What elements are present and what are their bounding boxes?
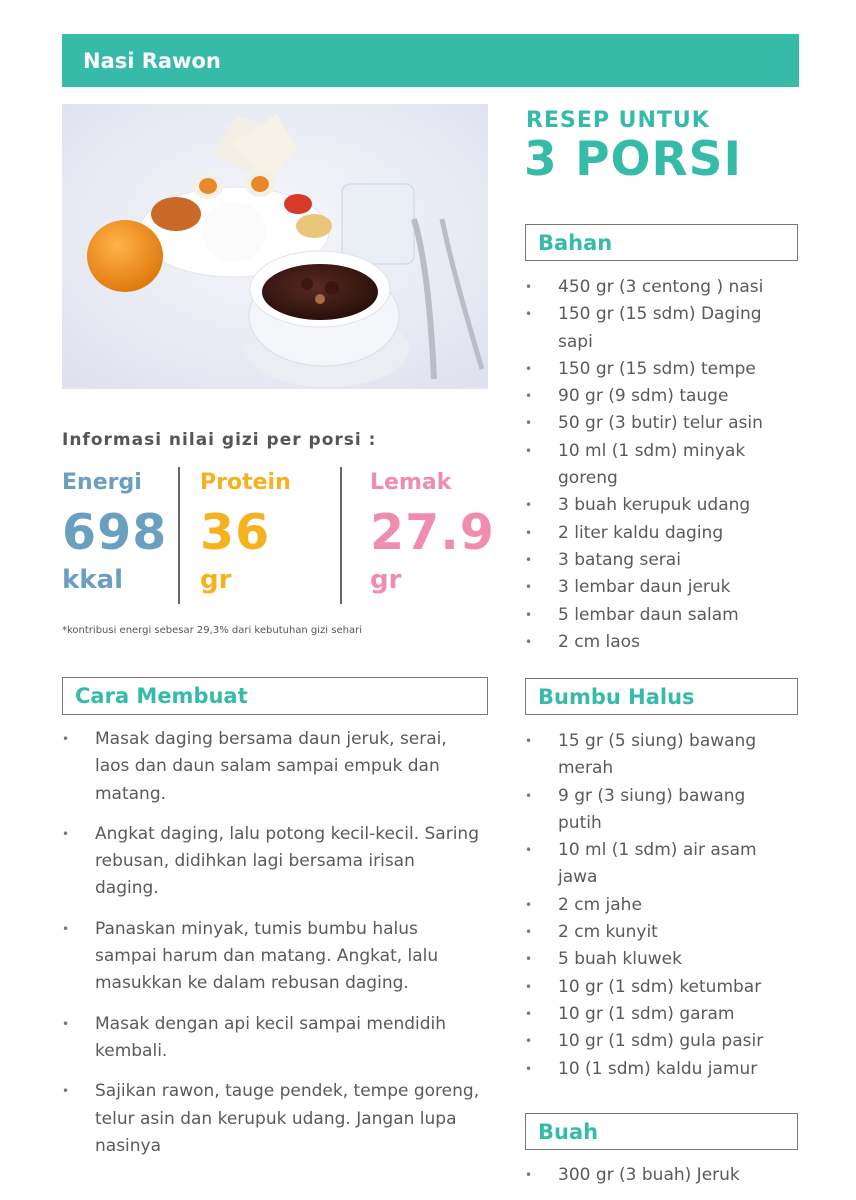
list-item: 2 cm jahe — [525, 892, 787, 920]
food-photo — [62, 104, 488, 389]
step-item: Masak daging bersama daun jeruk, serai, … — [62, 726, 482, 808]
list-item: 90 gr (9 sdm) tauge — [525, 383, 787, 411]
fat-value: 27.9 — [370, 504, 495, 561]
section-cara-header: Cara Membuat — [62, 677, 488, 715]
section-bahan-title: Bahan — [538, 230, 613, 255]
protein-block: Protein 36 gr — [200, 470, 291, 598]
step-item: Masak dengan api kecil sampai mendidih k… — [62, 1011, 482, 1066]
portions-count: 3 PORSI — [524, 132, 742, 187]
section-buah-title: Buah — [538, 1119, 599, 1144]
buah-list: 300 gr (3 buah) Jeruk — [525, 1162, 787, 1190]
list-item: 450 gr (3 centong ) nasi — [525, 274, 787, 302]
energy-unit: kkal — [62, 565, 124, 595]
protein-unit: gr — [200, 565, 232, 595]
step-item: Angkat daging, lalu potong kecil-kecil. … — [62, 821, 482, 903]
list-item: 10 gr (1 sdm) garam — [525, 1001, 787, 1029]
energy-contribution-note: *kontribusi energi sebesar 29,3% dari ke… — [62, 625, 362, 636]
list-item: 300 gr (3 buah) Jeruk — [525, 1162, 787, 1190]
list-item: 5 lembar daun salam — [525, 602, 787, 630]
list-item: 15 gr (5 siung) bawang merah — [525, 728, 787, 783]
step-item: Panaskan minyak, tumis bumbu halus sampa… — [62, 916, 482, 998]
divider — [340, 467, 342, 604]
list-item: 2 cm kunyit — [525, 919, 787, 947]
list-item: 10 gr (1 sdm) ketumbar — [525, 974, 787, 1002]
list-item: 9 gr (3 siung) bawang putih — [525, 783, 787, 838]
list-item: 50 gr (3 butir) telur asin — [525, 410, 787, 438]
list-item: 10 (1 sdm) kaldu jamur — [525, 1056, 787, 1084]
list-item: 3 batang serai — [525, 547, 787, 575]
list-item: 10 ml (1 sdm) air asam jawa — [525, 837, 787, 892]
nutrition-title: Informasi nilai gizi per porsi : — [62, 430, 377, 450]
recipe-title: Nasi Rawon — [83, 48, 221, 73]
fat-unit: gr — [370, 565, 402, 595]
step-item: Sajikan rawon, tauge pendek, tempe goren… — [62, 1078, 482, 1160]
energy-label: Energi — [62, 470, 142, 495]
list-item: 5 buah kluwek — [525, 946, 787, 974]
list-item: 10 ml (1 sdm) minyak goreng — [525, 438, 787, 493]
protein-value: 36 — [200, 504, 271, 561]
section-bahan-header: Bahan — [525, 224, 798, 261]
list-item: 3 buah kerupuk udang — [525, 492, 787, 520]
bahan-list: 450 gr (3 centong ) nasi 150 gr (15 sdm)… — [525, 274, 787, 656]
list-item: 150 gr (15 sdm) Daging sapi — [525, 301, 787, 356]
section-bumbu-title: Bumbu Halus — [538, 684, 695, 709]
section-buah-header: Buah — [525, 1113, 798, 1150]
list-item: 3 lembar daun jeruk — [525, 574, 787, 602]
divider — [178, 467, 180, 604]
list-item: 10 gr (1 sdm) gula pasir — [525, 1028, 787, 1056]
list-item: 2 liter kaldu daging — [525, 520, 787, 548]
fat-block: Lemak 27.9 gr — [370, 470, 495, 598]
recipe-title-banner: Nasi Rawon — [62, 34, 799, 87]
protein-label: Protein — [200, 470, 291, 495]
energy-block: Energi 698 kkal — [62, 470, 167, 598]
list-item: 2 cm laos — [525, 629, 787, 657]
fat-label: Lemak — [370, 470, 452, 495]
list-item: 150 gr (15 sdm) tempe — [525, 356, 787, 384]
section-cara-title: Cara Membuat — [75, 684, 248, 708]
recipe-for-label: RESEP UNTUK — [526, 108, 710, 133]
steps-list: Masak daging bersama daun jeruk, serai, … — [62, 726, 482, 1173]
section-bumbu-header: Bumbu Halus — [525, 678, 798, 715]
energy-value: 698 — [62, 504, 168, 561]
bumbu-list: 15 gr (5 siung) bawang merah 9 gr (3 siu… — [525, 728, 787, 1083]
